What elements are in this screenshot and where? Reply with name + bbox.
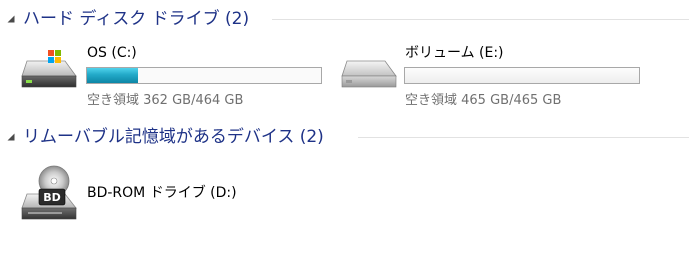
bd-rom-drive-icon: BD <box>21 165 77 220</box>
group-divider <box>272 19 689 20</box>
bd-label: BD <box>43 191 61 204</box>
drive-name: ボリューム (E:) <box>405 45 504 61</box>
group-title: リムーバブル記憶域があるデバイス (2) <box>23 127 324 147</box>
drive-usage-bar <box>86 67 322 84</box>
drive-name: OS (C:) <box>87 45 137 61</box>
group-header-hard-disk-drives[interactable]: ハード ディスク ドライブ (2) <box>0 6 689 32</box>
group-title: ハード ディスク ドライブ (2) <box>23 9 250 29</box>
drive-item-c[interactable]: OS (C:) 空き領域 362 GB/464 GB <box>0 40 330 110</box>
drive-name: BD-ROM ドライブ (D:) <box>87 185 237 201</box>
windows-hard-drive-icon <box>21 50 77 88</box>
drive-item-d[interactable]: BD BD-ROM ドライブ (D:) <box>0 162 330 226</box>
drive-free-space: 空き領域 362 GB/464 GB <box>87 93 244 108</box>
drive-item-e[interactable]: ボリューム (E:) 空き領域 465 GB/465 GB <box>334 40 654 110</box>
drive-usage-fill <box>87 68 139 83</box>
group-divider <box>358 137 689 138</box>
collapse-arrow-icon[interactable] <box>6 14 16 24</box>
hard-drive-icon <box>341 60 397 88</box>
drive-usage-bar <box>404 67 640 84</box>
drive-free-space: 空き領域 465 GB/465 GB <box>405 93 562 108</box>
group-header-removable-storage[interactable]: リムーバブル記憶域があるデバイス (2) <box>0 124 689 150</box>
drive-usage-fill <box>405 68 639 83</box>
collapse-arrow-icon[interactable] <box>6 132 16 142</box>
